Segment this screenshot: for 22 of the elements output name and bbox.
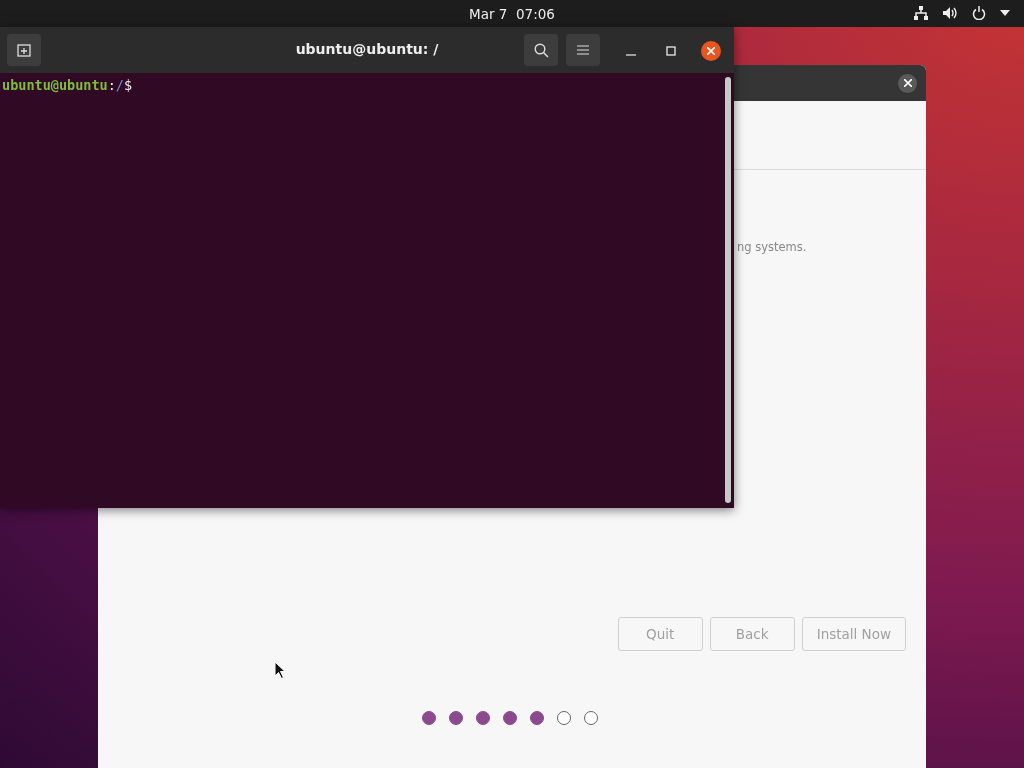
search-icon <box>533 42 549 58</box>
power-icon[interactable] <box>972 6 986 20</box>
mouse-pointer-icon <box>274 661 286 679</box>
clock[interactable]: Mar 7 07:06 <box>469 5 555 22</box>
volume-icon[interactable] <box>942 6 958 20</box>
close-button[interactable] <box>701 41 721 61</box>
window-title: ubuntu@ubuntu: / <box>295 41 439 57</box>
menu-icon <box>577 45 589 55</box>
search-button[interactable] <box>524 34 558 66</box>
menu-button[interactable] <box>566 34 600 66</box>
maximize-icon <box>666 46 676 56</box>
shell-prompt: ubuntu@ubuntu:/$ <box>2 77 133 93</box>
description-text: ng systems. <box>737 240 807 254</box>
scrollbar[interactable] <box>725 77 731 503</box>
close-icon <box>707 47 715 55</box>
close-icon <box>903 79 912 87</box>
new-tab-button[interactable] <box>7 34 41 66</box>
dropdown-caret-icon[interactable] <box>1000 10 1010 16</box>
close-button[interactable] <box>898 73 917 93</box>
network-icon[interactable] <box>914 6 928 20</box>
minimize-icon <box>626 54 636 56</box>
new-tab-icon <box>17 43 31 57</box>
